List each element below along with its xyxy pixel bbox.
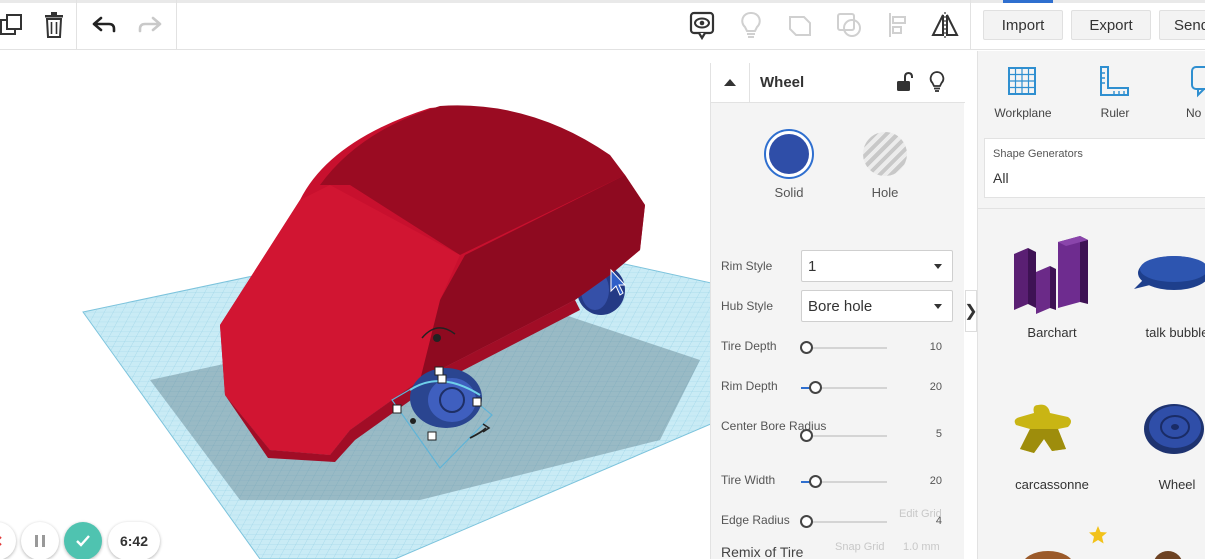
delete-trash-icon[interactable] <box>34 5 74 45</box>
tire-width-slider[interactable] <box>801 475 887 488</box>
tire-width-label: Tire Width <box>721 473 776 487</box>
header-divider <box>749 63 750 103</box>
rim-depth-slider-handle[interactable] <box>809 381 822 394</box>
edge-radius-label: Edge Radius <box>721 513 790 527</box>
send-to-button[interactable]: Send <box>1159 10 1205 40</box>
chevron-down-icon <box>934 304 942 309</box>
tire-width-slider-handle[interactable] <box>809 475 822 488</box>
export-button[interactable]: Export <box>1071 10 1151 40</box>
shape-generators-value[interactable]: All <box>993 170 1009 186</box>
workplane-label[interactable]: Workplane <box>988 106 1058 120</box>
notes-icon[interactable] <box>1190 64 1205 98</box>
hub-style-value: Bore hole <box>808 297 873 315</box>
carcassonne-shape-thumb[interactable] <box>1008 399 1078 459</box>
duplicate-icon[interactable] <box>0 5 32 45</box>
rim-style-label: Rim Style <box>721 259 773 273</box>
snap-grid-label: Snap Grid <box>835 541 885 553</box>
redo-icon[interactable] <box>130 5 170 45</box>
tire-depth-value[interactable]: 10 <box>902 341 942 353</box>
shape-label-talk-bubble[interactable]: talk bubble <box>1122 325 1205 340</box>
main-toolbar: Import Export Send <box>0 0 1205 50</box>
wheel-shape-thumb[interactable] <box>1142 401 1205 457</box>
3d-viewport[interactable] <box>0 51 710 559</box>
import-button[interactable]: Import <box>983 10 1063 40</box>
tire-width-value[interactable]: 20 <box>902 475 942 487</box>
center-bore-radius-value[interactable]: 5 <box>902 428 942 440</box>
align-icon[interactable] <box>878 5 918 45</box>
center-bore-radius-slider-handle[interactable] <box>800 429 813 442</box>
mirror-icon[interactable] <box>925 5 965 45</box>
next-shape-thumb[interactable] <box>1153 551 1183 559</box>
confirm-button[interactable] <box>64 522 102 559</box>
undo-icon[interactable] <box>84 5 124 45</box>
edge-radius-slider[interactable] <box>800 515 887 528</box>
pause-button[interactable] <box>21 522 59 559</box>
talk-bubble-shape-thumb[interactable] <box>1130 251 1205 295</box>
inspector-header: Wheel <box>711 63 965 103</box>
pause-icon <box>35 535 45 547</box>
group-icon[interactable] <box>780 5 820 45</box>
toolbar-separator <box>970 0 971 50</box>
sim-timer: 6:42 <box>108 522 160 559</box>
checkmark-icon <box>76 535 90 547</box>
barchart-shape-thumb[interactable] <box>1006 234 1096 314</box>
solid-label: Solid <box>774 185 804 200</box>
scene-canvas[interactable] <box>0 51 710 559</box>
shape-inspector-panel: Wheel Solid Hole Rim Style 1 Hub Style B… <box>710 63 965 559</box>
remix-of-label[interactable]: Remix of Tire <box>721 544 803 559</box>
workplane-icon[interactable] <box>1005 64 1039 98</box>
chevron-right-icon: ❯ <box>964 303 978 320</box>
close-icon <box>0 536 2 546</box>
shape-name[interactable]: Wheel <box>760 74 804 91</box>
shape-generators-dropdown[interactable]: Shape Generators All <box>984 138 1205 198</box>
active-tab-indicator <box>1003 0 1053 3</box>
solid-color-fill <box>769 134 809 174</box>
hub-style-select[interactable]: Bore hole <box>801 290 953 322</box>
rim-style-value: 1 <box>808 257 817 275</box>
lightbulb-icon[interactable] <box>929 71 945 93</box>
ungroup-icon[interactable] <box>829 5 869 45</box>
expand-panel-toggle[interactable]: ❯ <box>964 290 978 332</box>
sidebar-divider <box>978 208 1205 209</box>
shape-label-carcassonne[interactable]: carcassonne <box>997 477 1107 492</box>
shapes-sidebar: Workplane Ruler No Shape Generators All … <box>977 51 1205 559</box>
toolbar-separator <box>76 0 77 50</box>
notes-label[interactable]: No <box>1186 106 1205 120</box>
top-tab-strip <box>0 0 1205 3</box>
tire-depth-label: Tire Depth <box>721 339 777 353</box>
hole-swatch[interactable] <box>863 132 907 176</box>
center-bore-radius-slider[interactable] <box>800 429 887 442</box>
edge-radius-slider-handle[interactable] <box>800 515 813 528</box>
star-icon <box>1089 526 1107 544</box>
collapse-caret-icon[interactable] <box>723 77 737 87</box>
tire-depth-slider-handle[interactable] <box>800 341 813 354</box>
hole-label: Hole <box>871 185 899 200</box>
rim-style-select[interactable]: 1 <box>801 250 953 282</box>
lightbulb-icon[interactable] <box>731 5 771 45</box>
tire-depth-slider[interactable] <box>800 341 887 354</box>
unlock-icon[interactable] <box>895 72 913 92</box>
ruler-label[interactable]: Ruler <box>1080 106 1150 120</box>
shape-generators-title: Shape Generators <box>993 148 1083 160</box>
rim-depth-label: Rim Depth <box>721 379 778 393</box>
ruler-icon[interactable] <box>1097 64 1131 98</box>
next-shape-thumb[interactable] <box>1022 551 1074 559</box>
shape-label-wheel[interactable]: Wheel <box>1122 477 1205 492</box>
snap-grid-value[interactable]: 1.0 mm <box>903 541 940 553</box>
rim-depth-slider[interactable] <box>801 381 887 394</box>
rim-depth-value[interactable]: 20 <box>902 381 942 393</box>
shape-label-barchart[interactable]: Barchart <box>997 325 1107 340</box>
solid-swatch[interactable] <box>764 129 814 179</box>
show-all-eye-icon[interactable] <box>682 5 722 45</box>
chevron-down-icon <box>934 264 942 269</box>
toolbar-separator <box>176 0 177 50</box>
edit-grid-label[interactable]: Edit Grid <box>899 508 942 520</box>
hub-style-label: Hub Style <box>721 299 774 313</box>
